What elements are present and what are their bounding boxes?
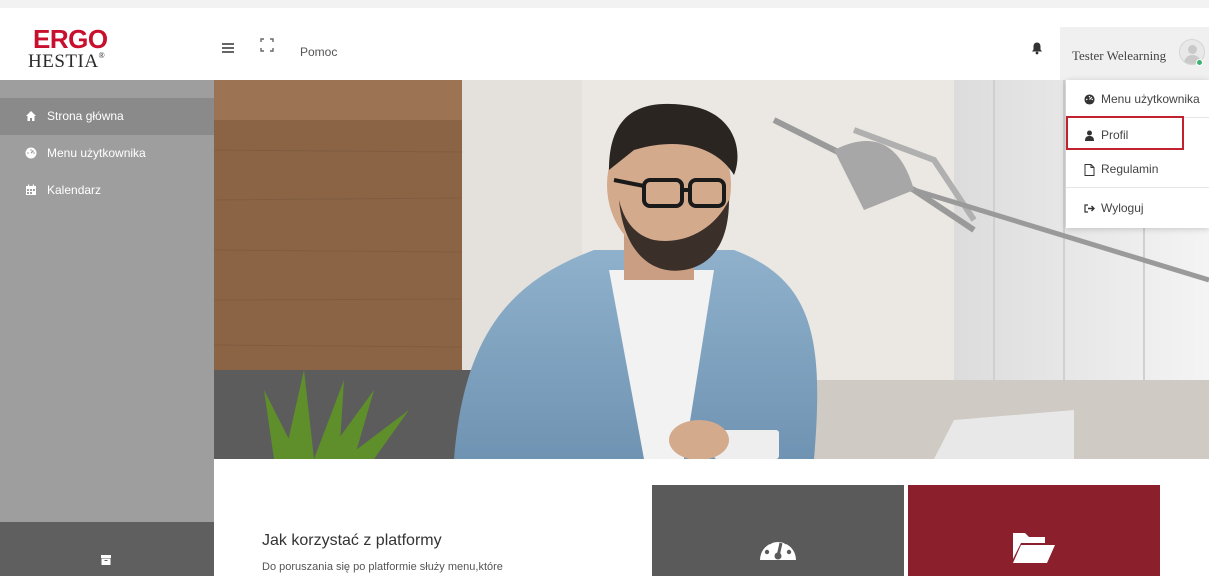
document-icon xyxy=(1084,164,1095,176)
menu-item-label: Wyloguj xyxy=(1101,201,1144,215)
menu-item-label: Menu użytkownika xyxy=(1101,92,1200,106)
user-icon xyxy=(1084,130,1095,141)
menu-item-terms[interactable]: Regulamin xyxy=(1066,154,1209,184)
dashboard-icon xyxy=(1084,94,1095,105)
sidebar-item-label: Strona główna xyxy=(47,109,124,123)
logo-registered-mark: ® xyxy=(98,51,106,60)
sidebar: Strona główna Menu użytkownika Kalendarz xyxy=(0,80,214,576)
archive-icon[interactable] xyxy=(100,553,112,565)
sidebar-item-home[interactable]: Strona główna xyxy=(0,98,214,135)
main-content: Jak korzystać z platformy Do poruszania … xyxy=(214,459,1209,576)
dashboard-icon xyxy=(25,147,37,159)
online-status-indicator xyxy=(1196,59,1203,66)
menu-item-profile[interactable]: Profil xyxy=(1066,120,1209,150)
menu-item-label: Profil xyxy=(1101,128,1129,142)
sidebar-footer xyxy=(0,522,214,576)
calendar-icon xyxy=(25,184,37,196)
menu-item-user-menu[interactable]: Menu użytkownika xyxy=(1066,84,1209,114)
divider xyxy=(1066,187,1209,188)
logo-line-2: HESTIA® xyxy=(28,51,105,73)
menu-item-label: Regulamin xyxy=(1101,162,1159,176)
user-dropdown-menu: Menu użytkownika Profil Regulamin Wylogu… xyxy=(1066,80,1209,228)
user-name: Tester Welearning xyxy=(1072,48,1167,63)
divider xyxy=(1066,117,1209,118)
menu-item-logout[interactable]: Wyloguj xyxy=(1066,193,1209,223)
sidebar-item-label: Kalendarz xyxy=(47,183,102,197)
expand-icon[interactable] xyxy=(259,37,281,59)
sidebar-item-calendar[interactable]: Kalendarz xyxy=(0,172,214,209)
hamburger-icon[interactable] xyxy=(218,38,240,60)
tile-folder[interactable] xyxy=(908,485,1160,576)
sidebar-item-user-menu[interactable]: Menu użytkownika xyxy=(0,135,214,172)
help-link[interactable]: Pomoc xyxy=(300,45,337,59)
tile-dashboard[interactable] xyxy=(652,485,904,576)
sidebar-item-label: Menu użytkownika xyxy=(47,146,146,160)
section-title: Jak korzystać z platformy xyxy=(262,532,442,549)
user-menu-toggle[interactable]: Tester Welearning xyxy=(1060,27,1209,81)
hero-image xyxy=(214,80,1209,459)
folder-open-icon xyxy=(1013,533,1055,563)
logout-icon xyxy=(1084,203,1095,214)
ergo-hestia-logo[interactable]: ERGO HESTIA® xyxy=(26,24,126,74)
bell-icon[interactable] xyxy=(1030,41,1044,55)
section-text: Do poruszania się po platformie służy me… xyxy=(262,561,503,573)
logo-line-2-text: HESTIA xyxy=(28,51,99,72)
top-bar: ERGO HESTIA® Pomoc Tester Welearning xyxy=(0,0,1209,81)
home-icon xyxy=(25,110,37,122)
dashboard-icon xyxy=(760,535,796,560)
